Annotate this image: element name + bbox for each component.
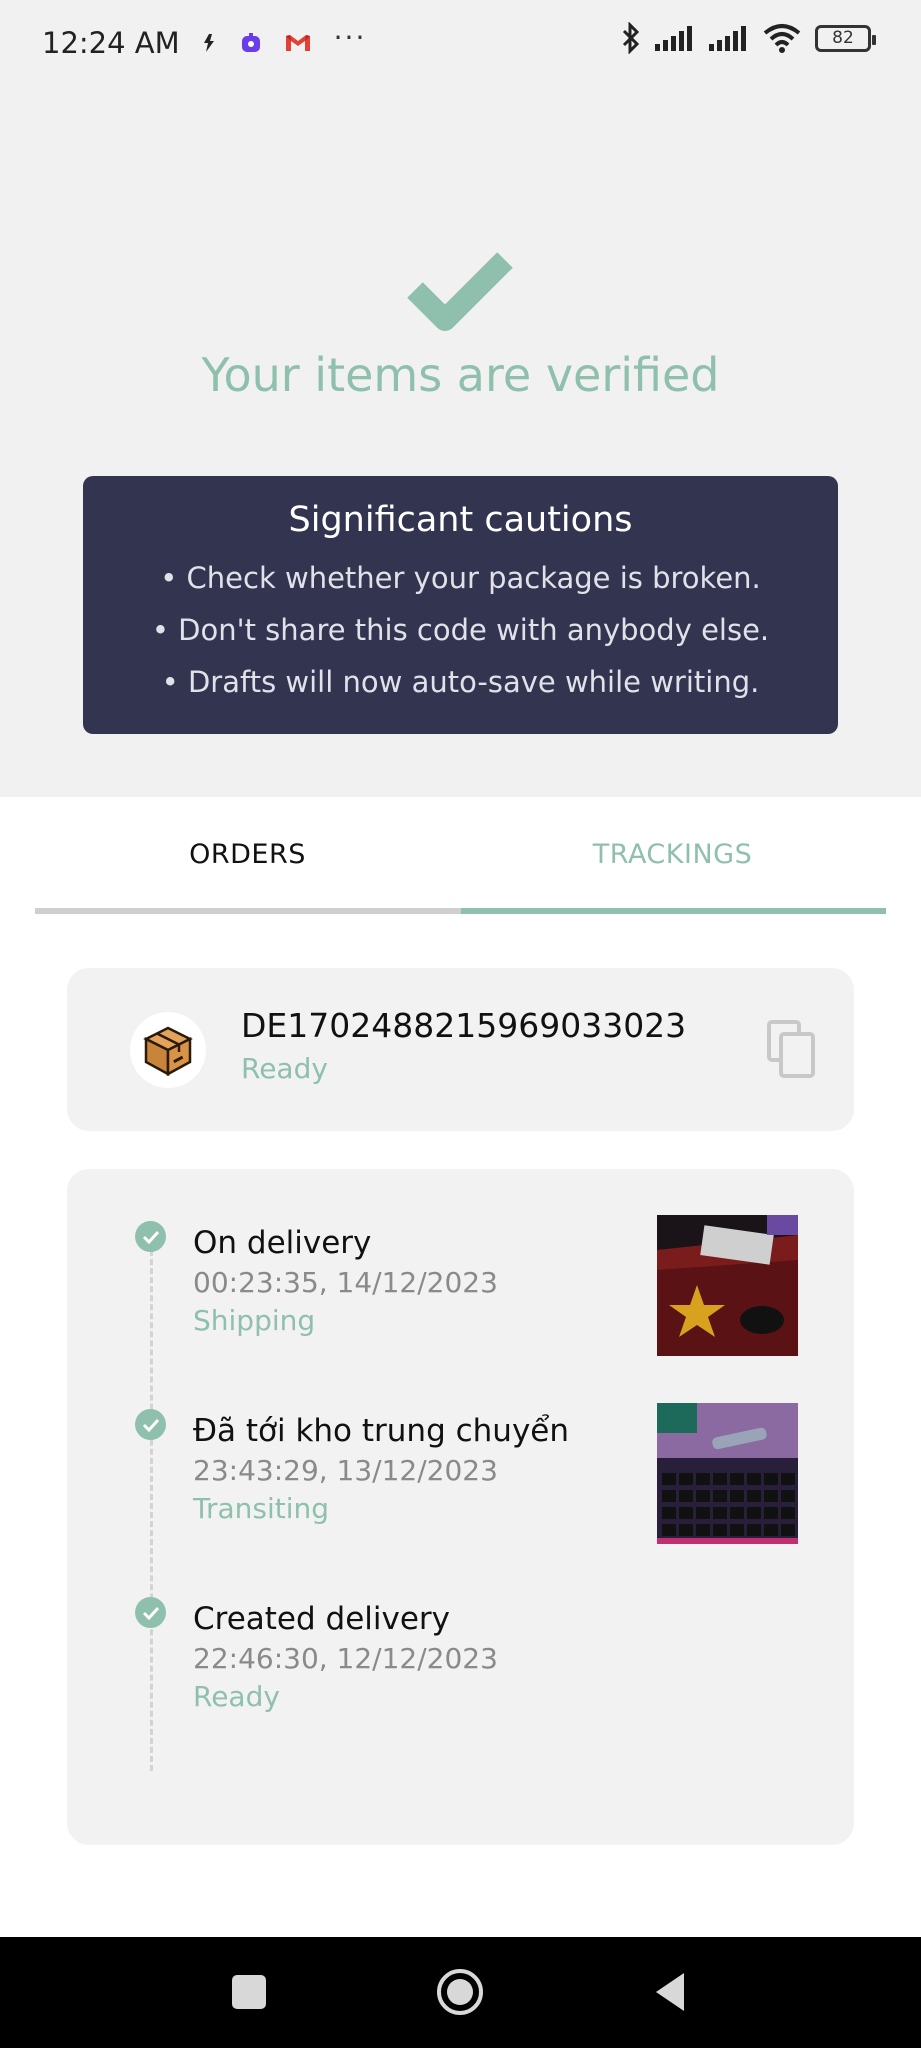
system-status-icons: 82 [621,22,876,54]
notification-icons: ··· [200,24,367,54]
battery-icon: 82 [815,24,876,52]
event-title: Created delivery [193,1601,451,1637]
timeline-event: Created delivery 22:46:30, 12/12/2023 Re… [67,1545,854,1713]
timeline-card: On delivery 00:23:35, 14/12/2023 Shippin… [67,1169,854,1845]
cautions-list: • Check whether your package is broken. … [83,552,838,708]
caution-item: • Check whether your package is broken. [160,561,761,595]
event-status: Ready [193,1680,280,1713]
event-status: Shipping [193,1304,316,1337]
more-dots-icon: ··· [333,21,367,54]
check-circle-icon [135,1221,166,1252]
timeline-event: On delivery 00:23:35, 14/12/2023 Shippin… [67,1169,854,1356]
event-title: Đã tới kho trung chuyển [193,1413,570,1449]
app-notification-icon [240,32,262,54]
cautions-card: Significant cautions • Check whether you… [83,476,838,734]
system-navigation-bar [0,1937,921,2048]
recent-apps-icon[interactable] [224,1967,274,2017]
signal-icon [709,24,749,52]
status-bar: 12:24 AM ··· 82 [0,0,921,86]
copy-icon[interactable] [767,1020,817,1080]
package-box-icon [130,1012,206,1088]
cautions-title: Significant cautions [288,500,633,540]
event-time: 00:23:35, 14/12/2023 [193,1266,498,1299]
tab-orders[interactable]: ORDERS [35,797,460,911]
tab-indicator-trackings [461,908,886,914]
app-notification-icon [200,33,218,53]
event-photo[interactable] [657,1215,798,1356]
event-title: On delivery [193,1225,372,1261]
back-icon[interactable] [646,1967,696,2017]
wifi-icon [763,23,801,53]
status-time: 12:24 AM [42,26,180,60]
content-panel: ORDERS TRACKINGS DE1702488215969033023 R… [0,797,921,1937]
gmail-icon [284,33,312,53]
caution-item: • Drafts will now auto-save while writin… [161,665,760,699]
signal-icon [655,24,695,52]
home-icon[interactable] [435,1967,485,2017]
check-circle-icon [135,1597,166,1628]
event-photo[interactable] [657,1403,798,1544]
tracking-status: Ready [241,1052,328,1085]
checkmark-icon [407,252,513,331]
tracking-code: DE1702488215969033023 [241,1006,687,1045]
bluetooth-icon [621,22,641,54]
event-time: 22:46:30, 12/12/2023 [193,1642,498,1675]
tab-trackings[interactable]: TRACKINGS [460,797,885,911]
event-time: 23:43:29, 13/12/2023 [193,1454,498,1487]
timeline-event: Đã tới kho trung chuyển 23:43:29, 13/12/… [67,1357,854,1544]
tab-bar: ORDERS TRACKINGS [35,797,886,917]
caution-item: • Don't share this code with anybody els… [151,613,770,647]
verified-title: Your items are verified [201,348,720,402]
tracking-card: DE1702488215969033023 Ready [67,968,854,1131]
event-status: Transiting [193,1492,330,1525]
check-circle-icon [135,1409,166,1440]
tab-indicator-orders [35,908,461,914]
